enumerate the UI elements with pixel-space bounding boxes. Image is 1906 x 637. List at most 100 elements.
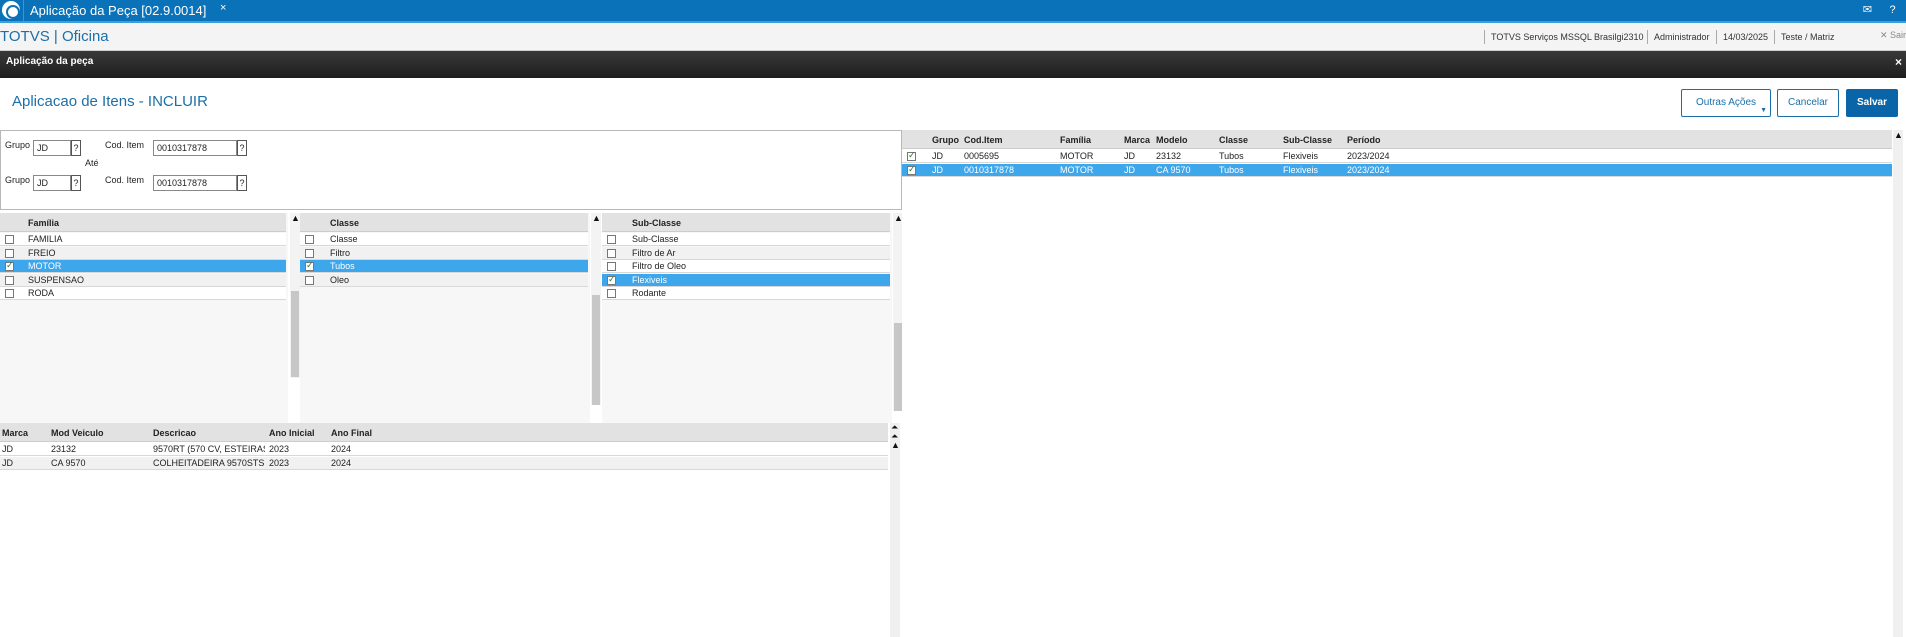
table-cell-periodo: 2023/2024 xyxy=(1347,151,1390,161)
row-checkbox[interactable] xyxy=(305,275,314,285)
scroll-up-icon[interactable]: ▲ xyxy=(291,213,300,223)
classe-scroll-thumb[interactable] xyxy=(592,295,600,405)
list-item[interactable]: FAMILIA xyxy=(0,233,286,246)
environment-info[interactable]: TOTVS Serviços MSSQL Brasilgi2310 xyxy=(1484,30,1644,44)
ve-mod-header: Mod Veiculo xyxy=(51,428,104,438)
row-checkbox[interactable] xyxy=(607,274,616,285)
table-cell-marca: JD xyxy=(2,457,13,468)
mail-icon[interactable]: ✉ xyxy=(1859,2,1876,19)
list-item[interactable]: Rodante xyxy=(602,287,890,300)
cod-from-lookup-button[interactable]: ? xyxy=(237,140,247,156)
row-checkbox[interactable] xyxy=(607,289,616,298)
scroll-up-icon[interactable]: ▲ xyxy=(592,213,601,223)
list-item[interactable]: Filtro xyxy=(300,246,588,260)
table-row[interactable]: JD CA 9570 COLHEITADEIRA 9570STS 2023 2024 xyxy=(0,456,888,470)
veiculos-scrollbar[interactable]: ⏶ ⏶ ▲ xyxy=(890,423,900,637)
classe-col-header: Classe xyxy=(330,218,360,228)
cod-from-input[interactable]: 0010317878 xyxy=(153,140,237,156)
table-row[interactable]: JD 23132 9570RT (570 CV, ESTEIRAS 2023 2024 xyxy=(0,443,888,456)
branch-info[interactable]: Teste / Matriz xyxy=(1774,30,1835,44)
row-checkbox[interactable] xyxy=(607,235,616,244)
app-header: TOTVS | Oficina TOTVS Serviços MSSQL Bra… xyxy=(0,21,1906,51)
list-item[interactable]: Filtro de Ar xyxy=(602,246,890,260)
user-info[interactable]: Administrador xyxy=(1647,30,1710,44)
totvs-logo-icon[interactable] xyxy=(2,1,20,19)
save-button[interactable]: Salvar xyxy=(1846,89,1898,117)
tab-close-icon[interactable]: × xyxy=(220,0,226,16)
ve-anoini-header: Ano Inicial xyxy=(269,428,315,438)
dialog-close-icon[interactable]: × xyxy=(1895,51,1902,73)
aplicacoes-scrollbar[interactable]: ▲ xyxy=(1893,130,1903,637)
table-row[interactable]: JD 0005695 MOTOR JD 23132 Tubos Flexiveis 2023/… xyxy=(902,150,1892,163)
list-item-label: MOTOR xyxy=(28,261,62,271)
list-item-label: Filtro de Ar xyxy=(632,247,676,258)
row-checkbox[interactable] xyxy=(607,248,616,258)
list-item[interactable]: FREIO xyxy=(0,246,286,260)
list-item[interactable]: MOTOR xyxy=(0,260,286,273)
table-cell-descricao: COLHEITADEIRA 9570STS xyxy=(153,457,265,468)
outras-acoes-button[interactable]: Outras Ações ▼ xyxy=(1681,89,1771,117)
dialog-title-bar: Aplicação da peça × xyxy=(0,51,1906,78)
ve-descricao-header: Descricao xyxy=(153,428,197,438)
row-checkbox[interactable] xyxy=(5,289,14,298)
ate-label: Até xyxy=(85,158,99,168)
cod-to-input[interactable]: 0010317878 xyxy=(153,175,237,191)
grupo-to-input[interactable]: JD xyxy=(33,175,71,191)
scroll-page-up-icon[interactable]: ⏶ xyxy=(891,432,898,441)
familia-scrollbar[interactable]: ▲ xyxy=(290,213,300,378)
table-row[interactable]: JD 0010317878 MOTOR JD CA 9570 Tubos Flexiveis… xyxy=(902,163,1892,177)
close-icon: ✕ xyxy=(1879,30,1890,40)
row-checkbox[interactable] xyxy=(305,260,314,271)
row-checkbox[interactable] xyxy=(607,262,616,271)
grupo-from-input[interactable]: JD xyxy=(33,140,71,156)
row-checkbox[interactable] xyxy=(5,275,14,285)
row-checkbox[interactable] xyxy=(5,248,14,258)
list-item[interactable]: Oleo xyxy=(300,273,588,287)
subclasse-scroll-thumb[interactable] xyxy=(894,323,902,411)
row-checkbox[interactable] xyxy=(5,235,14,244)
cod-to-label: Cod. Item xyxy=(105,175,145,185)
list-item[interactable]: Flexiveis xyxy=(602,273,890,287)
cod-from-label: Cod. Item xyxy=(105,140,145,150)
list-item[interactable]: RODA xyxy=(0,287,286,300)
list-item-label: Sub-Classe xyxy=(632,234,679,244)
list-item[interactable]: Filtro de Oleo xyxy=(602,260,890,273)
row-checkbox[interactable] xyxy=(907,150,916,161)
cod-to-lookup-button[interactable]: ? xyxy=(237,175,247,191)
table-cell-grupo: JD xyxy=(932,151,943,161)
help-icon[interactable]: ? xyxy=(1884,2,1901,19)
table-cell-cod: 0010317878 xyxy=(964,164,1015,175)
list-item-label: FAMILIA xyxy=(28,234,63,244)
scroll-up-icon[interactable]: ▲ xyxy=(891,441,900,450)
table-cell-mod: CA 9570 xyxy=(51,457,86,468)
table-cell-classe: Tubos xyxy=(1219,151,1244,161)
ve-marca-header: Marca xyxy=(2,428,29,438)
list-item[interactable]: Sub-Classe xyxy=(602,233,890,246)
date-info[interactable]: 14/03/2025 xyxy=(1716,30,1768,44)
exit-button[interactable]: ✕ Sair xyxy=(1880,30,1906,41)
subclasse-grid: Sub-Classe Sub-Classe Filtro de Ar Filtro … xyxy=(602,213,892,423)
table-cell-marca: JD xyxy=(1124,164,1135,175)
grupo-to-lookup-button[interactable]: ? xyxy=(71,175,81,191)
list-item-label: Rodante xyxy=(632,288,667,298)
cancel-button[interactable]: Cancelar xyxy=(1777,89,1839,117)
table-cell-modelo: 23132 xyxy=(1156,151,1182,161)
familia-grid: Família FAMILIA FREIO MOTOR SUSPENSAO RODA xyxy=(0,213,288,423)
grupo-from-lookup-button[interactable]: ? xyxy=(71,140,81,156)
save-label: Salvar xyxy=(1856,97,1888,108)
list-item-label: Filtro xyxy=(330,247,350,258)
row-checkbox[interactable] xyxy=(5,260,14,271)
row-checkbox[interactable] xyxy=(305,248,314,258)
table-cell-ano_fim: 2024 xyxy=(331,457,352,468)
table-cell-descricao: 9570RT (570 CV, ESTEIRAS xyxy=(153,444,265,454)
tab-aplicacao-peca[interactable]: Aplicação da Peça [02.9.0014] xyxy=(23,0,233,21)
list-item[interactable]: SUSPENSAO xyxy=(0,273,286,287)
list-item[interactable]: Classe xyxy=(300,233,588,246)
row-checkbox[interactable] xyxy=(305,235,314,244)
classe-scrollbar[interactable]: ▲ xyxy=(591,213,601,405)
row-checkbox[interactable] xyxy=(907,164,916,175)
familia-scroll-thumb[interactable] xyxy=(291,291,299,377)
list-item[interactable]: Tubos xyxy=(300,260,588,273)
scroll-top-icon[interactable]: ⏶ xyxy=(891,423,898,432)
scroll-up-icon[interactable]: ▲ xyxy=(1894,130,1903,140)
